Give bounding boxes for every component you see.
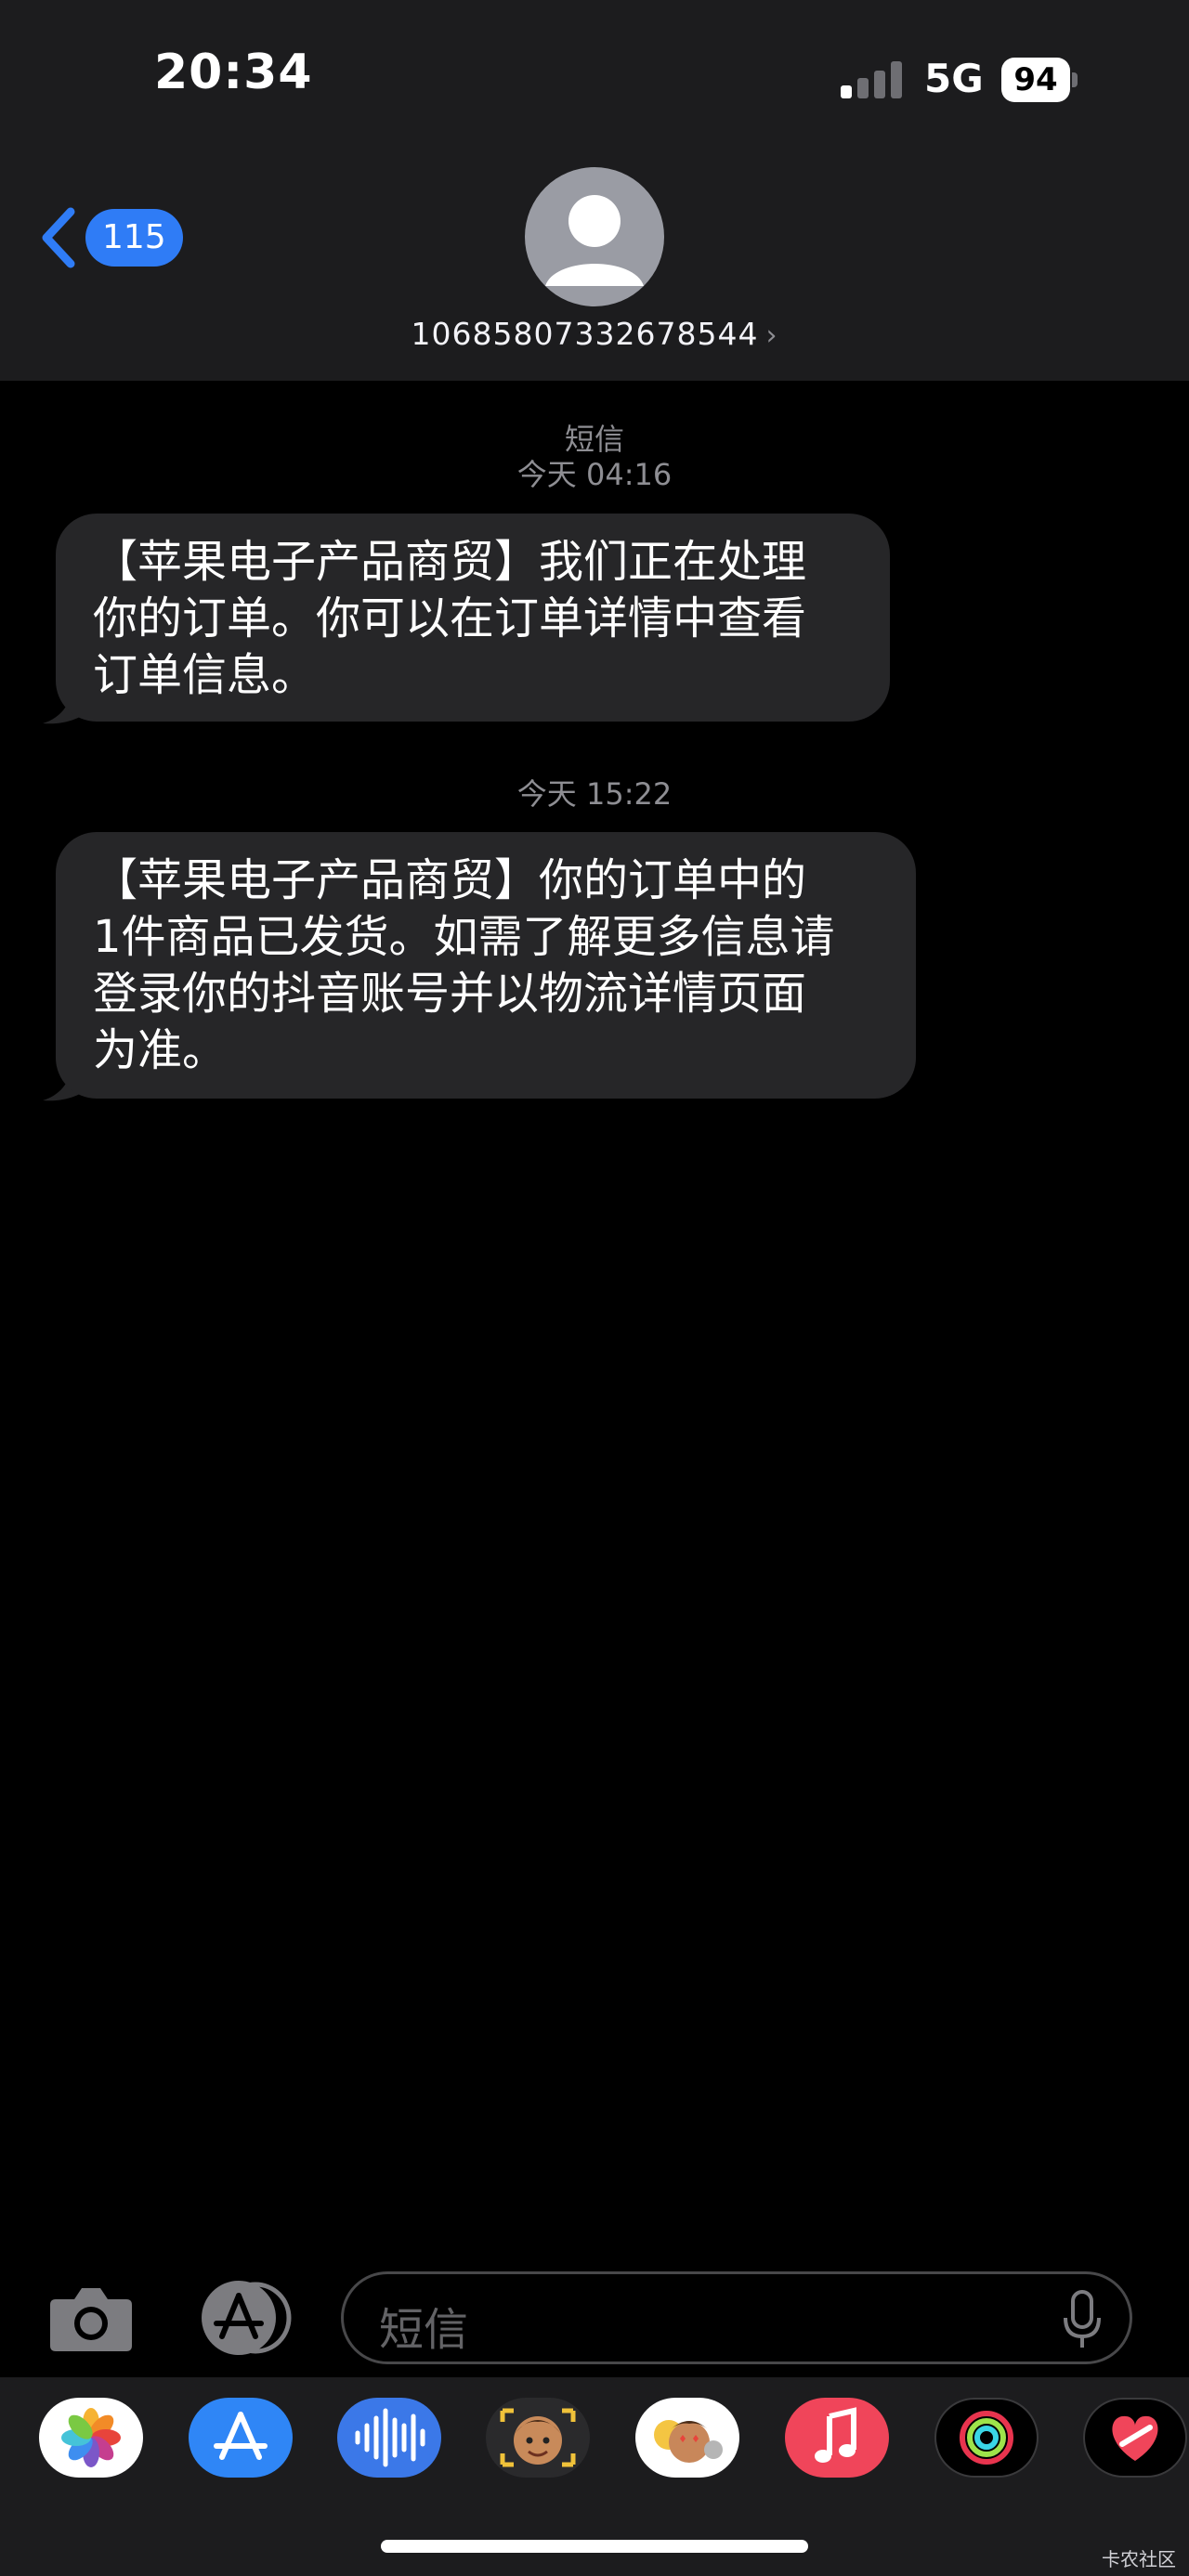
music-icon[interactable] xyxy=(785,2398,889,2478)
back-button[interactable]: 115 xyxy=(37,202,183,273)
status-time: 20:34 xyxy=(154,45,313,100)
microphone-icon[interactable] xyxy=(1062,2290,1103,2349)
camera-icon[interactable] xyxy=(48,2283,134,2353)
message-input-placeholder: 短信 xyxy=(379,2304,469,2356)
app-store-button[interactable] xyxy=(190,2277,294,2359)
incoming-message-bubble[interactable]: 【苹果电子产品商贸】你的订单中的 1件商品已发货。如需了解更多信息请 登录你的抖… xyxy=(56,832,916,1099)
animoji-stickers-icon[interactable] xyxy=(635,2398,739,2478)
incoming-message-bubble[interactable]: 【苹果电子产品商贸】我们正在处理 你的订单。你可以在订单详情中查看 订单信息。 xyxy=(56,514,890,722)
memoji-icon[interactable] xyxy=(486,2398,590,2478)
battery-icon: 94 xyxy=(1001,58,1078,102)
message-timestamp: 今天 04:16 xyxy=(516,457,673,492)
photos-icon[interactable] xyxy=(39,2398,143,2478)
network-type: 5G xyxy=(924,56,984,101)
battery-level: 94 xyxy=(1001,58,1070,102)
audio-message-icon[interactable] xyxy=(337,2398,441,2478)
app-store-icon[interactable] xyxy=(189,2398,293,2478)
cellular-signal-icon xyxy=(841,61,906,98)
fitness-icon[interactable] xyxy=(934,2398,1039,2478)
digital-touch-icon[interactable] xyxy=(1083,2398,1187,2478)
unread-count-badge: 115 xyxy=(85,209,183,267)
person-icon xyxy=(545,195,644,286)
app-store-icon xyxy=(202,2281,292,2355)
home-indicator[interactable] xyxy=(381,2540,808,2553)
contact-avatar[interactable] xyxy=(525,167,664,306)
chevron-left-icon xyxy=(42,207,75,268)
contact-name-button[interactable]: 10685807332678544 › xyxy=(0,316,1189,352)
chevron-right-icon: › xyxy=(765,319,778,352)
watermark-text: 卡农社区 xyxy=(1102,2548,1176,2570)
message-timestamp: 今天 15:22 xyxy=(516,776,673,812)
message-input[interactable]: 短信 xyxy=(341,2271,1132,2364)
contact-number: 10685807332678544 xyxy=(411,316,759,352)
